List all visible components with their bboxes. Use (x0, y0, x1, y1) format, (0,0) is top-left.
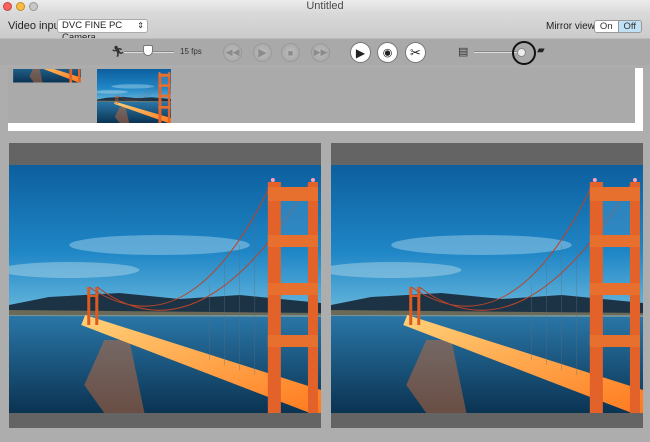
window-title: Untitled (306, 0, 344, 12)
preview-video-image (331, 165, 643, 413)
preview-video-panel (331, 143, 643, 428)
thumbnail-strip (8, 68, 643, 131)
zoom-window-button[interactable] (29, 2, 38, 11)
video-input-select[interactable]: DVC FINE PC Camera ⇕ (57, 19, 148, 43)
camera-icon: ◉ (382, 47, 393, 59)
top-bar: Video input: DVC FINE PC Camera ⇕ Mirror… (0, 14, 650, 43)
thumbnail-3[interactable] (184, 69, 258, 123)
frame-rate-value: 15 fps (180, 47, 202, 56)
live-video-image (9, 165, 321, 413)
toolbar: 🏃︎ 15 fps ◀◀ ▶ ■ ▶▶ ▶ ◉ ✂ ▤ ▰ (0, 38, 650, 65)
fast-forward-icon: ▶▶ (313, 47, 328, 57)
minimize-window-button[interactable] (16, 2, 25, 11)
play-button[interactable]: ▶ (350, 42, 371, 63)
cut-button[interactable]: ✂ (405, 42, 426, 63)
cursor-highlight (512, 41, 536, 65)
rewind-icon: ◀◀ (225, 47, 240, 57)
stop-button[interactable]: ■ (281, 43, 300, 62)
select-arrows-icon: ⇕ (137, 21, 144, 30)
close-window-button[interactable] (3, 2, 12, 11)
mirror-on-option[interactable]: On (595, 21, 618, 32)
fast-forward-button[interactable]: ▶▶ (311, 43, 330, 62)
stop-icon: ■ (287, 47, 294, 58)
play-preview-button[interactable]: ▶ (253, 43, 272, 62)
thumbnail-2[interactable] (97, 69, 171, 123)
rewind-button[interactable]: ◀◀ (223, 43, 242, 62)
frame-rate-slider-thumb[interactable] (143, 45, 153, 56)
title-bar: Untitled (0, 0, 650, 14)
running-man-icon: 🏃︎ (111, 46, 125, 58)
film-strip-icon: ▤ (458, 46, 469, 58)
play-icon: ▶ (355, 45, 366, 60)
snapshot-button[interactable]: ◉ (377, 42, 398, 63)
mirror-view-toggle[interactable]: On Off (594, 20, 642, 33)
play-icon: ▶ (258, 47, 267, 59)
zoom-slider-thumb[interactable] (517, 48, 526, 57)
thumbnail-1[interactable] (10, 69, 84, 123)
scissors-icon: ✂ (410, 44, 421, 60)
mirror-off-option[interactable]: Off (617, 21, 641, 32)
large-frame-icon: ▰ (537, 45, 545, 56)
live-video-panel (9, 143, 321, 428)
mirror-view-label: Mirror view: (546, 21, 598, 32)
